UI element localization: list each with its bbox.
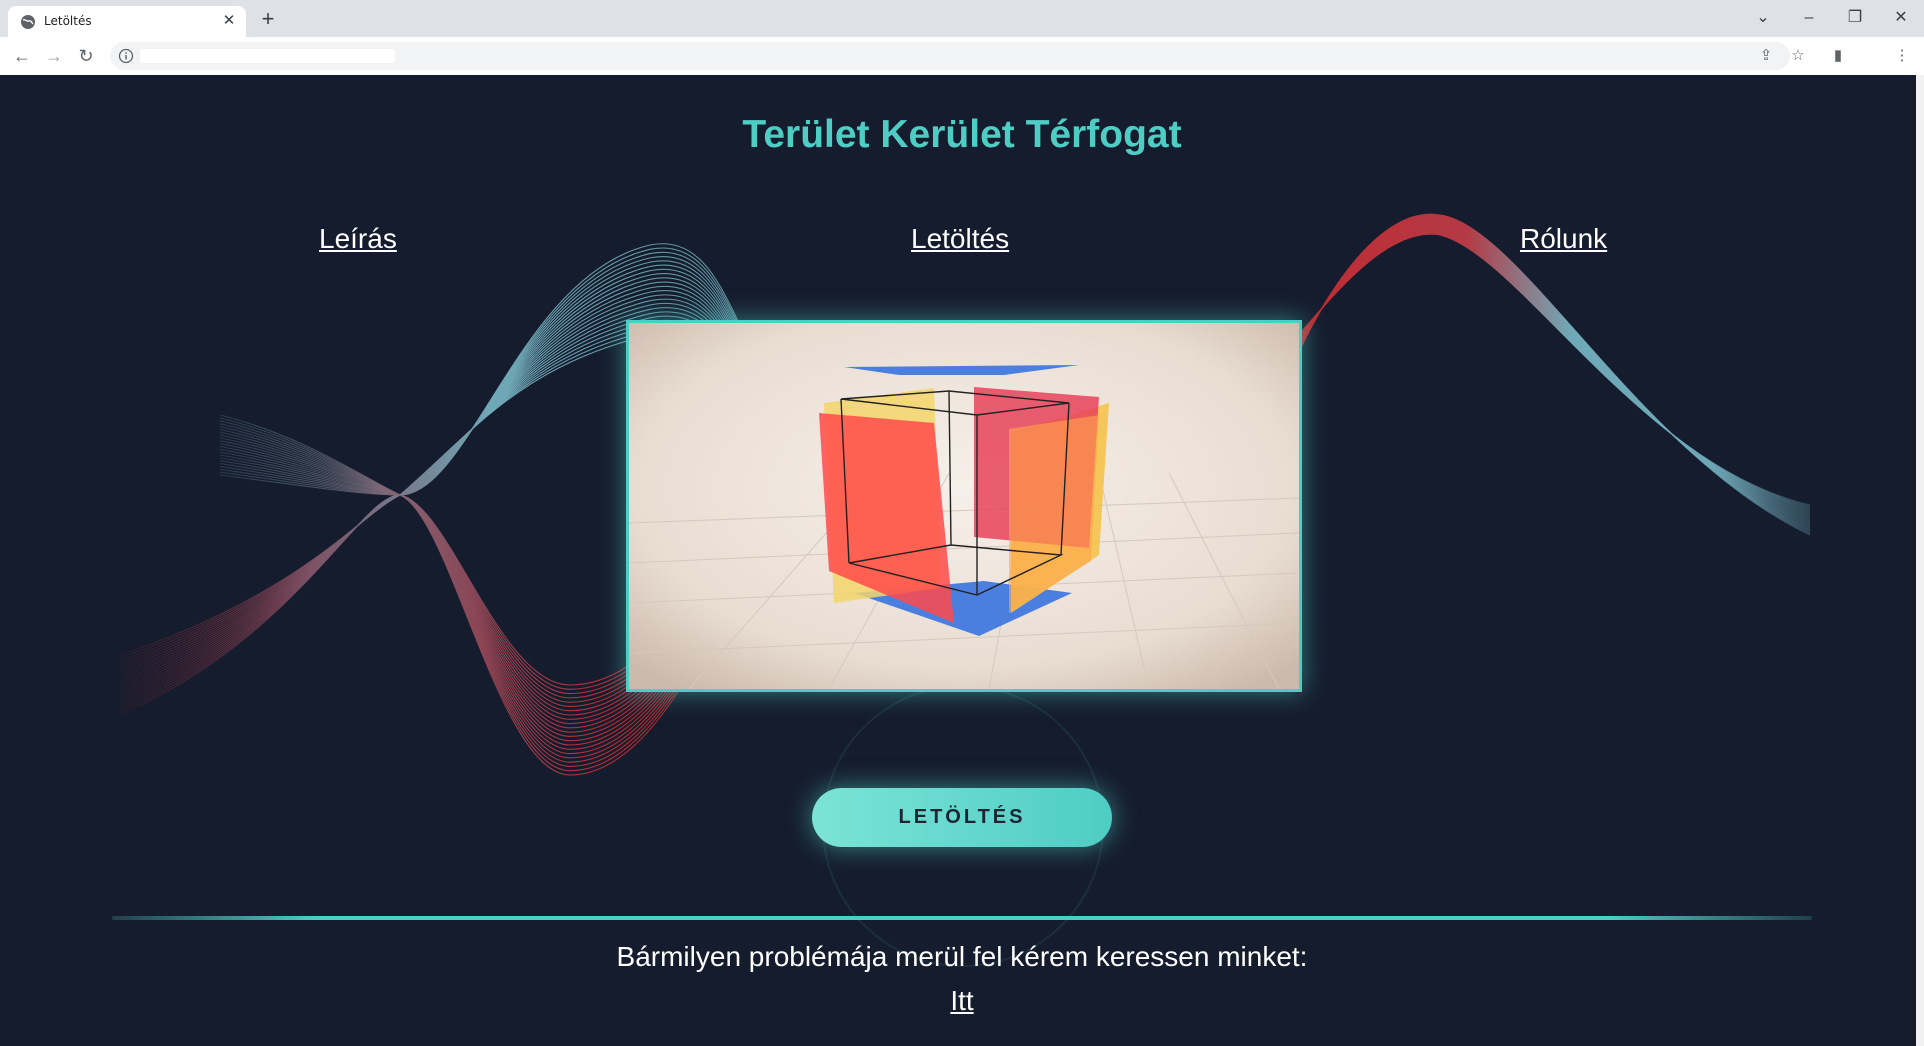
globe-icon <box>21 15 35 29</box>
reload-icon[interactable]: ↻ <box>74 44 98 68</box>
browser-menu-icon[interactable]: ⋮ <box>1892 46 1912 66</box>
nav-link-leiras[interactable]: Leírás <box>319 223 397 255</box>
page-content: Terület Kerület Térfogat Leírás Letöltés… <box>0 75 1924 1046</box>
share-icon[interactable]: ⇪ <box>1756 46 1776 66</box>
restore-icon[interactable]: ❐ <box>1842 6 1868 30</box>
minimize-icon[interactable]: – <box>1796 6 1822 30</box>
footer-divider <box>112 916 1812 920</box>
tab-close-icon[interactable]: ✕ <box>220 12 238 30</box>
new-tab-icon[interactable]: + <box>256 8 280 32</box>
contact-text: Bármilyen problémája merül fel kérem ker… <box>616 941 1308 972</box>
nav-link-rolunk[interactable]: Rólunk <box>1520 223 1607 255</box>
address-bar[interactable] <box>110 42 1790 70</box>
tab-search-icon[interactable]: ⌄ <box>1750 6 1776 30</box>
info-icon[interactable] <box>118 48 134 64</box>
window-close-icon[interactable]: ✕ <box>1888 6 1914 30</box>
nav-link-letoltes[interactable]: Letöltés <box>911 223 1009 255</box>
back-icon[interactable]: ← <box>10 44 34 68</box>
page-title: Terület Kerület Térfogat <box>742 113 1182 156</box>
side-panel-icon[interactable]: ▮ <box>1828 46 1848 66</box>
browser-tab-active[interactable]: Letöltés ✕ <box>8 6 246 37</box>
url-text[interactable] <box>140 49 395 63</box>
contact-link-itt[interactable]: Itt <box>930 985 994 1017</box>
tab-title: Letöltés <box>44 14 92 28</box>
browser-tab-strip: Letöltés ✕ + ⌄ – ❐ ✕ <box>0 0 1924 37</box>
download-button[interactable]: LETÖLTÉS <box>812 788 1112 847</box>
forward-icon[interactable]: → <box>42 44 66 68</box>
page-scrollbar[interactable] <box>1916 75 1924 1046</box>
browser-toolbar: ← → ↻ ⇪ ☆ ▮ ⋮ <box>0 37 1924 76</box>
hero-image-cube <box>626 320 1302 692</box>
bookmark-star-icon[interactable]: ☆ <box>1788 46 1808 66</box>
